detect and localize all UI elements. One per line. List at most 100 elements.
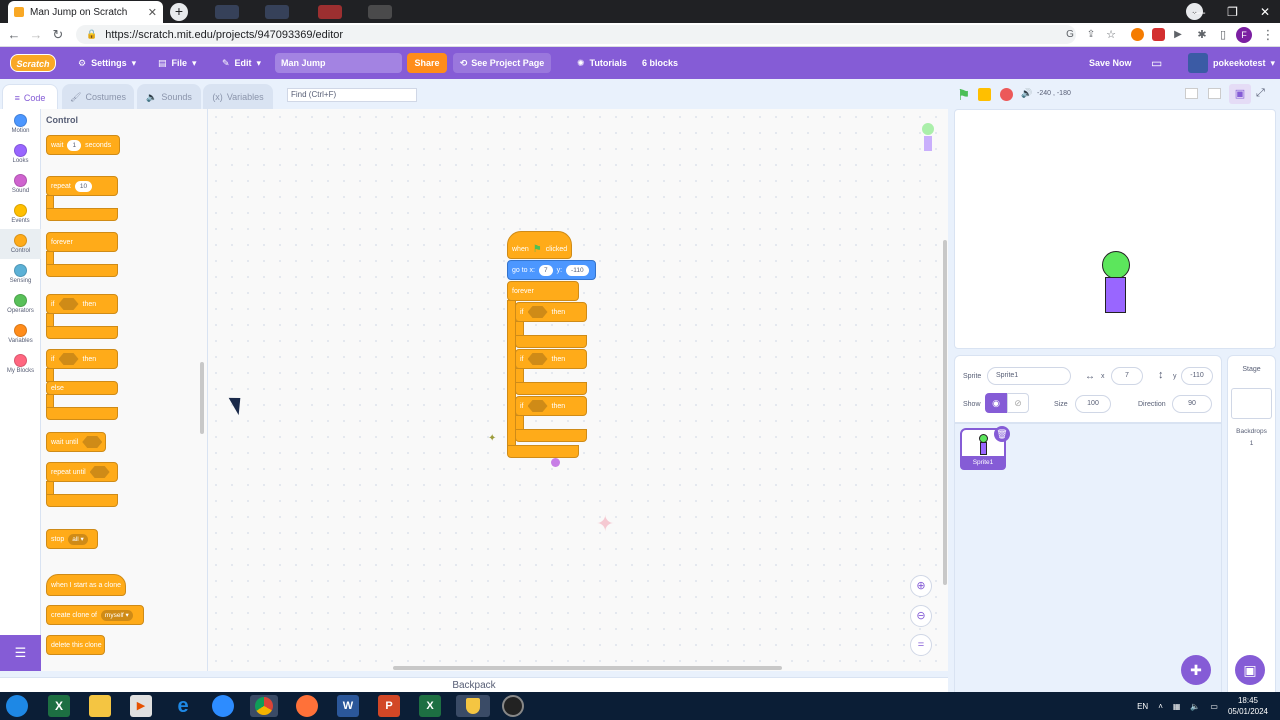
extensions-puzzle-icon[interactable]: ✱ bbox=[1194, 27, 1210, 43]
find-input[interactable]: Find (Ctrl+F) bbox=[287, 88, 417, 102]
media-play-icon[interactable]: ▶ bbox=[1170, 27, 1186, 43]
delete-this-clone-block[interactable]: delete this clone bbox=[46, 635, 105, 655]
volume-icon[interactable]: 🔈 bbox=[1190, 702, 1200, 711]
repeat-value-input[interactable]: 10 bbox=[74, 180, 93, 192]
boolean-slot[interactable] bbox=[527, 306, 548, 318]
browser-menu-icon[interactable]: ⋮ bbox=[1260, 27, 1276, 43]
media-player-icon[interactable]: ▶ bbox=[130, 695, 152, 717]
reset-zoom-button[interactable]: = bbox=[910, 634, 932, 656]
save-now-button[interactable]: Save Now bbox=[1089, 47, 1132, 79]
boolean-slot[interactable] bbox=[527, 400, 548, 412]
backdrop-thumbnail[interactable] bbox=[1231, 388, 1272, 419]
stage-canvas[interactable] bbox=[954, 109, 1276, 349]
tutorials-button[interactable]: ✺ Tutorials bbox=[577, 47, 627, 79]
y-input[interactable]: -110 bbox=[1181, 367, 1213, 385]
boolean-slot[interactable] bbox=[527, 353, 548, 365]
internet-explorer-icon[interactable]: e bbox=[172, 695, 194, 717]
delete-sprite-trash-icon[interactable]: 🗑 bbox=[994, 426, 1010, 442]
side-panel-icon[interactable]: ▯ bbox=[1215, 27, 1231, 43]
browser-tab[interactable]: Man Jump on Scratch ✕ bbox=[8, 1, 163, 23]
choose-backdrop-button[interactable]: ▣ bbox=[1235, 655, 1265, 685]
obs-icon[interactable] bbox=[502, 695, 524, 717]
boolean-slot[interactable] bbox=[58, 298, 79, 310]
if-then-block[interactable]: if then bbox=[515, 302, 587, 322]
tab-variables[interactable]: (x) Variables bbox=[203, 84, 273, 109]
powerpoint-icon[interactable]: P bbox=[378, 695, 400, 717]
boolean-slot[interactable] bbox=[89, 466, 110, 478]
if-then-block[interactable]: if then bbox=[46, 294, 118, 314]
account-menu[interactable]: pokeekotest ▾ bbox=[1213, 47, 1275, 79]
wait-seconds-block[interactable]: wait 1 seconds bbox=[46, 135, 120, 155]
boolean-slot[interactable] bbox=[82, 436, 103, 448]
when-flag-clicked-block[interactable]: when ⚑ clicked bbox=[507, 231, 572, 259]
add-extension-button[interactable]: ☰ bbox=[0, 635, 41, 671]
extension-icon[interactable] bbox=[1152, 28, 1165, 41]
small-stage-icon[interactable] bbox=[1185, 88, 1198, 99]
show-hidden-icons-icon[interactable]: ˄ bbox=[1158, 702, 1163, 711]
category-motion[interactable]: Motion bbox=[0, 109, 41, 139]
new-tab-button[interactable]: + bbox=[170, 3, 188, 21]
clock[interactable]: 18:45 05/01/2024 bbox=[1228, 695, 1268, 717]
network-icon[interactable]: ▦ bbox=[1173, 702, 1181, 711]
show-hidden-eye-icon[interactable]: ⊘ bbox=[1007, 393, 1029, 413]
background-tab[interactable] bbox=[215, 5, 239, 19]
category-events[interactable]: Events bbox=[0, 199, 41, 229]
palette-scrollbar[interactable] bbox=[200, 362, 204, 434]
zoom-icon[interactable] bbox=[212, 695, 234, 717]
pause-icon[interactable] bbox=[978, 88, 991, 101]
wait-until-block[interactable]: wait until bbox=[46, 432, 106, 452]
if-then-else-block[interactable]: if then bbox=[46, 349, 118, 369]
direction-input[interactable]: 90 bbox=[1172, 395, 1212, 413]
category-sensing[interactable]: Sensing bbox=[0, 259, 41, 289]
create-clone-block[interactable]: create clone of myself ▾ bbox=[46, 605, 144, 625]
tab-code[interactable]: ≡ Code bbox=[2, 84, 58, 110]
profile-avatar[interactable]: F bbox=[1236, 27, 1252, 43]
forward-icon[interactable]: → bbox=[28, 27, 44, 43]
firefox-icon[interactable] bbox=[296, 695, 318, 717]
backpack-bar[interactable]: Backpack bbox=[0, 677, 948, 692]
see-project-page-button[interactable]: ⟲ See Project Page bbox=[453, 53, 551, 73]
start-button-icon[interactable] bbox=[6, 695, 28, 717]
file-menu[interactable]: ▤ File ▾ bbox=[158, 47, 197, 79]
normal-stage-icon[interactable] bbox=[1208, 88, 1221, 99]
zoom-out-button[interactable]: ⊖ bbox=[910, 605, 932, 627]
workspace-horizontal-scrollbar[interactable] bbox=[393, 666, 782, 670]
clone-target-dropdown[interactable]: myself ▾ bbox=[100, 609, 133, 621]
stop-icon[interactable] bbox=[1000, 88, 1013, 101]
tab-costumes[interactable]: 🖌 Costumes bbox=[62, 84, 134, 109]
layout-toggle-icon[interactable]: ▣ bbox=[1229, 84, 1251, 104]
category-control[interactable]: Control bbox=[0, 229, 41, 259]
minimize-icon[interactable]: — bbox=[1193, 5, 1205, 19]
stop-block[interactable]: stop all ▾ bbox=[46, 529, 98, 549]
back-icon[interactable]: ← bbox=[6, 27, 22, 43]
sprite-body[interactable] bbox=[1105, 277, 1126, 313]
if-then-block[interactable]: if then bbox=[515, 396, 587, 416]
sprite-name-input[interactable]: Sprite1 bbox=[987, 367, 1071, 385]
bookmark-star-icon[interactable]: ☆ bbox=[1103, 27, 1119, 43]
workspace-vertical-scrollbar[interactable] bbox=[943, 240, 947, 585]
category-variables[interactable]: Variables bbox=[0, 319, 41, 349]
user-avatar[interactable] bbox=[1188, 53, 1208, 73]
category-my-blocks[interactable]: My Blocks bbox=[0, 349, 41, 379]
language-indicator[interactable]: EN bbox=[1137, 702, 1148, 711]
background-tab[interactable] bbox=[318, 5, 342, 19]
x-value-input[interactable]: 7 bbox=[538, 264, 553, 276]
extension-icon[interactable] bbox=[1131, 28, 1144, 41]
reload-icon[interactable]: ↻ bbox=[50, 27, 66, 43]
share-page-icon[interactable]: ⇪ bbox=[1083, 27, 1099, 43]
y-value-input[interactable]: -110 bbox=[566, 264, 589, 276]
when-i-start-as-a-clone-block[interactable]: when I start as a clone bbox=[46, 574, 126, 596]
close-window-icon[interactable]: ✕ bbox=[1260, 5, 1270, 19]
repeat-block[interactable]: repeat 10 bbox=[46, 176, 118, 196]
scratch-logo[interactable]: Scratch bbox=[10, 54, 56, 72]
category-looks[interactable]: Looks bbox=[0, 139, 41, 169]
x-input[interactable]: 7 bbox=[1111, 367, 1143, 385]
close-tab-icon[interactable]: ✕ bbox=[148, 6, 157, 19]
forever-block[interactable]: forever bbox=[46, 232, 118, 252]
background-tab[interactable] bbox=[265, 5, 289, 19]
if-then-block[interactable]: if then bbox=[515, 349, 587, 369]
go-to-xy-block[interactable]: go to x: 7 y: -110 bbox=[507, 260, 596, 280]
background-tab[interactable] bbox=[368, 5, 392, 19]
maximize-icon[interactable]: ❐ bbox=[1227, 5, 1238, 19]
green-flag-icon[interactable]: ⚑ bbox=[957, 86, 970, 104]
